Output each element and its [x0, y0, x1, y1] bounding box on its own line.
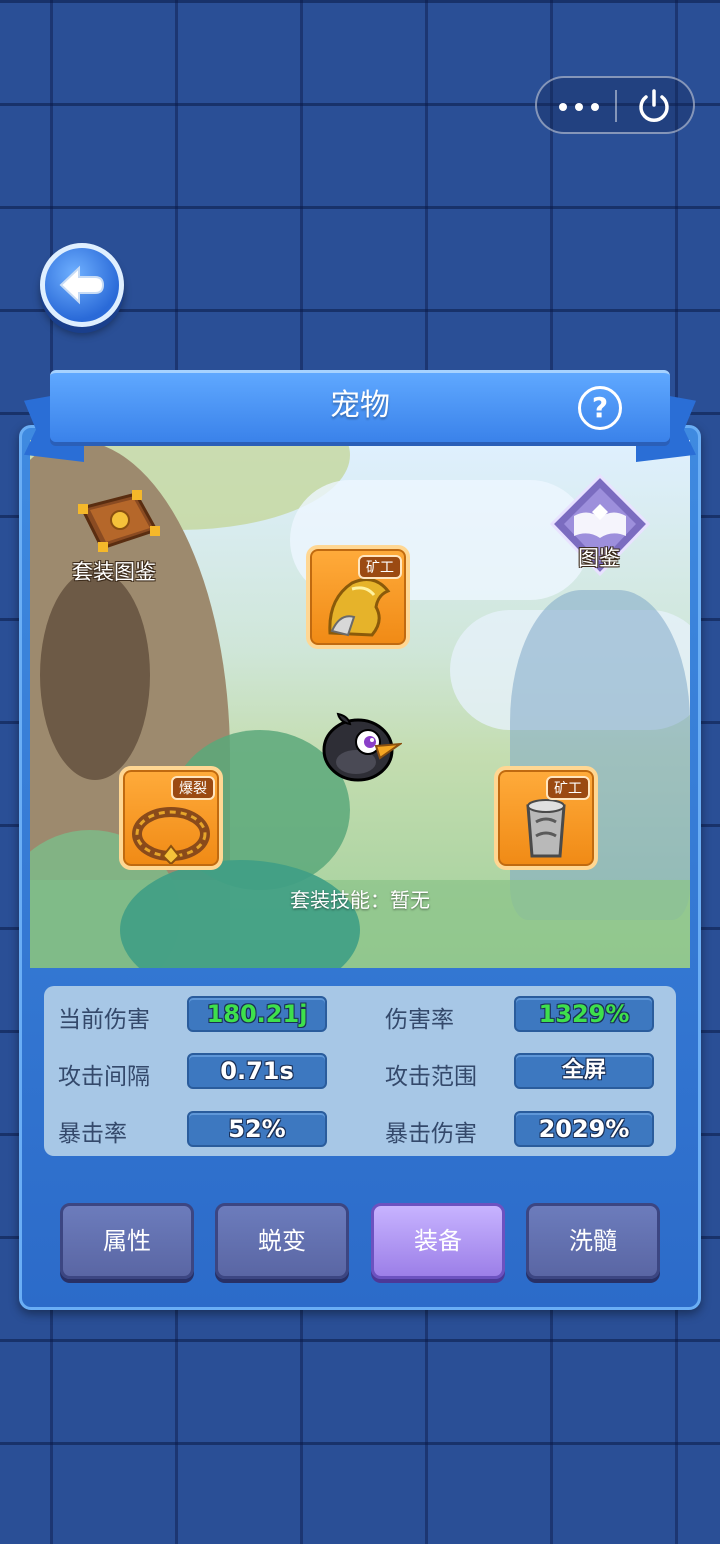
bracer-icon: [526, 799, 566, 858]
current-damage-value: 180.21j: [187, 996, 327, 1032]
attack-interval-value: 0.71s: [187, 1053, 327, 1089]
equipment-slot-right[interactable]: 矿工: [494, 766, 598, 870]
attack-range-label: 攻击范围: [385, 1064, 477, 1090]
help-button[interactable]: ?: [578, 386, 622, 430]
attack-range-value: 全屏: [514, 1053, 654, 1089]
more-icon[interactable]: [559, 92, 619, 120]
set-skill-text: 套装技能：暂无: [290, 888, 430, 912]
tab-equipment[interactable]: 装备: [371, 1203, 505, 1279]
back-arrow-icon: [59, 265, 105, 305]
attack-interval-label: 攻击间隔: [58, 1064, 150, 1090]
crit-rate-value: 52%: [187, 1111, 327, 1147]
tab-attributes[interactable]: 属性: [60, 1203, 194, 1279]
damage-rate-value: 1329%: [514, 996, 654, 1032]
current-damage-label: 当前伤害: [58, 1007, 150, 1033]
crit-damage-label: 暴击伤害: [385, 1121, 477, 1147]
set-gallery-label: 套装图鉴: [72, 560, 156, 584]
slot-tag: 矿工: [358, 555, 402, 579]
slot-tag: 爆裂: [171, 776, 215, 800]
slot-tag: 矿工: [546, 776, 590, 800]
scene-tree-hole: [40, 570, 150, 780]
equipment-slot-top[interactable]: 矿工: [306, 545, 410, 649]
gallery-label: 图鉴: [578, 546, 620, 570]
capsule-divider: [615, 90, 617, 122]
scene-silhouette: [510, 590, 690, 920]
crit-rate-label: 暴击率: [58, 1121, 127, 1147]
damage-rate-label: 伤害率: [385, 1007, 454, 1033]
helmet-icon: [328, 577, 391, 637]
tab-transform[interactable]: 蜕变: [215, 1203, 349, 1279]
collar-icon: [132, 807, 210, 864]
power-icon[interactable]: [635, 88, 673, 124]
set-gallery-button[interactable]: 套装图鉴: [70, 488, 170, 588]
gallery-button[interactable]: 图鉴: [548, 474, 652, 578]
crit-damage-value: 2029%: [514, 1111, 654, 1147]
treasure-book-icon: [78, 490, 160, 552]
back-button[interactable]: [40, 243, 124, 327]
mini-program-capsule: [535, 76, 695, 134]
pet-crow-icon: [322, 712, 402, 782]
equipment-slot-left[interactable]: 爆裂: [119, 766, 223, 870]
tab-refine[interactable]: 洗髓: [526, 1203, 660, 1279]
